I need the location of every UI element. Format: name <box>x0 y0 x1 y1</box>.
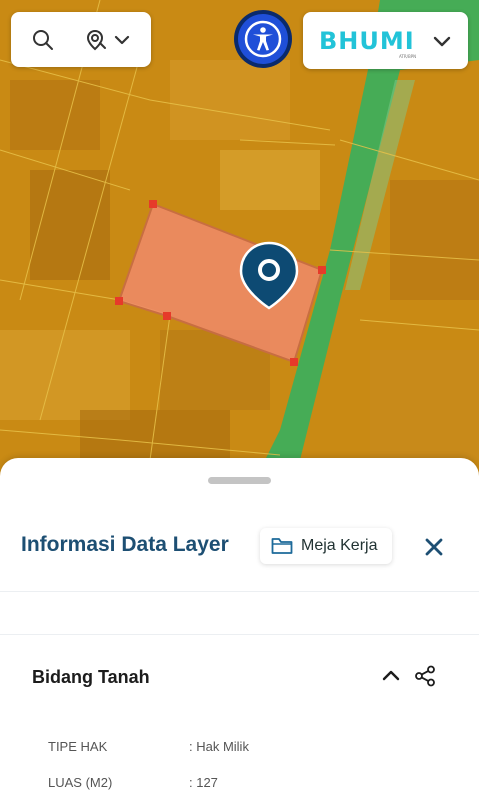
chevron-down-icon <box>433 36 451 47</box>
search-button[interactable] <box>11 12 75 67</box>
attribute-value: : 127 <box>189 775 218 790</box>
close-icon[interactable] <box>423 536 445 558</box>
attribute-key: TIPE HAK <box>48 739 108 754</box>
workspace-button[interactable]: Meja Kerja <box>260 528 392 564</box>
accessibility-icon <box>244 20 282 58</box>
sheet-drag-handle[interactable] <box>208 477 271 484</box>
share-icon[interactable] <box>414 665 436 687</box>
attribute-key: LUAS (M2) <box>48 775 113 790</box>
location-search-icon <box>86 29 106 50</box>
section-title: Bidang Tanah <box>32 667 150 687</box>
chevron-up-icon[interactable] <box>382 668 400 682</box>
map-search-controls <box>11 12 151 67</box>
folder-icon <box>271 538 293 554</box>
tab-strip[interactable] <box>0 592 479 634</box>
info-bottom-sheet: Informasi Data Layer Meja Kerja Bidang T… <box>0 458 479 804</box>
map-canvas[interactable] <box>0 0 479 490</box>
brand-logo: BHUMI ATR/BPN <box>319 26 417 59</box>
workspace-label: Meja Kerja <box>301 537 378 554</box>
search-icon <box>33 29 53 50</box>
location-search-button[interactable] <box>75 12 141 67</box>
chevron-down-icon <box>114 35 130 44</box>
attribute-value: : Hak Milik <box>189 739 249 754</box>
brand-selector[interactable]: BHUMI ATR/BPN <box>303 12 468 69</box>
accessibility-button[interactable] <box>234 10 292 68</box>
sheet-title: Informasi Data Layer <box>21 533 229 556</box>
divider <box>0 634 479 635</box>
map-view[interactable] <box>0 0 479 490</box>
